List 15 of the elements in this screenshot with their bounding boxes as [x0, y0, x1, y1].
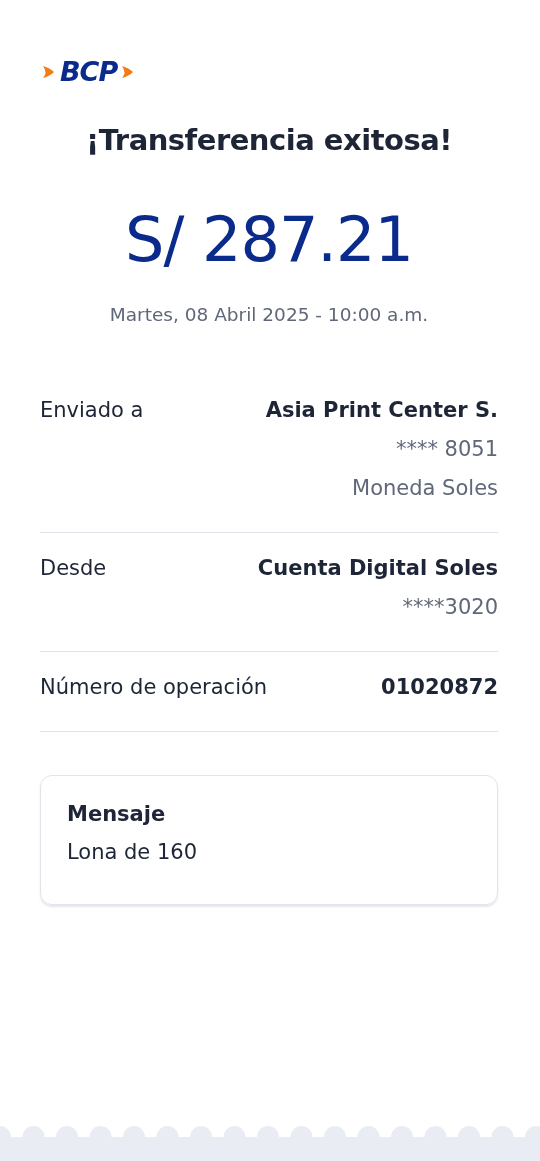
success-title: ¡Transferencia exitosa!	[85, 123, 453, 157]
message-text: Lona de 160	[67, 840, 199, 864]
detail-value: 01020872	[381, 674, 498, 701]
detail-text: **** 8051	[395, 436, 498, 463]
logo-text: BCP	[60, 56, 118, 87]
message-title: Mensaje	[67, 802, 167, 826]
detail-text: Moneda Soles	[352, 475, 498, 502]
detail-label: Número de operación	[40, 674, 268, 701]
amount: S/ 287.21	[124, 203, 414, 276]
date-text: Martes, 08 Abril 2025 - 10:00 a.m.	[108, 304, 430, 325]
detail-value: Cuenta Digital Soles	[257, 555, 498, 582]
detail-label: Desde	[40, 555, 107, 582]
detail-value: Asia Print Center S.	[265, 397, 498, 424]
detail-label: Enviado a	[40, 397, 144, 424]
detail-text: ****3020	[402, 594, 498, 621]
